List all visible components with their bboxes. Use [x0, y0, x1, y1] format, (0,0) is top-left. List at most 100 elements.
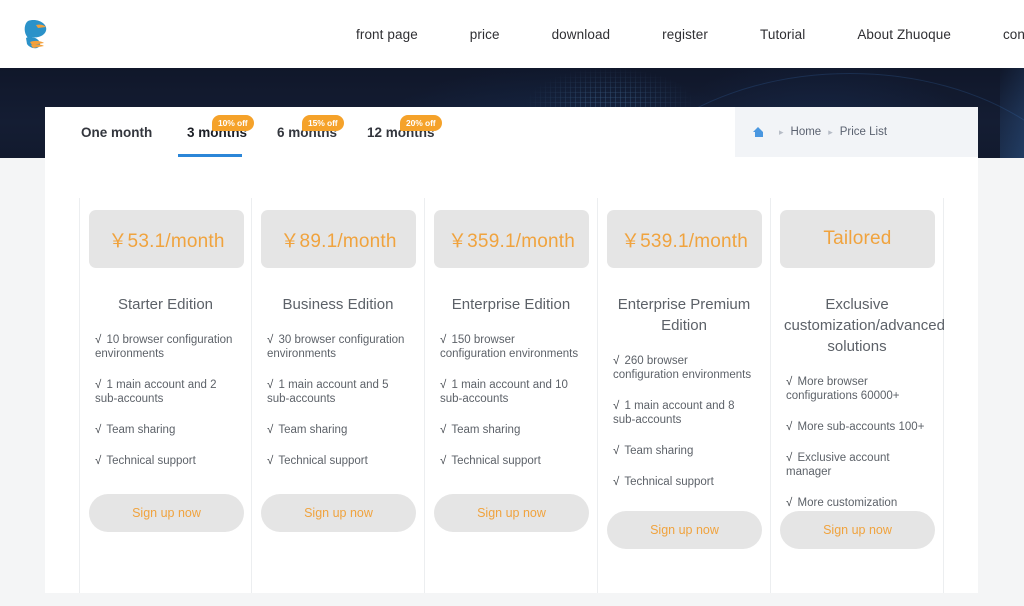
check-icon: √	[95, 455, 102, 467]
nav-link-front-page[interactable]: front page	[330, 27, 444, 42]
feature-item: √ 1 main account and 10 sub-accounts	[440, 378, 582, 406]
price-badge: ￥539.1/month	[607, 210, 762, 268]
plan-name: Enterprise Premium Edition	[617, 296, 751, 334]
feature-item: √ 150 browser configuration environments	[440, 333, 582, 361]
nav-link-tutorial[interactable]: Tutorial	[734, 27, 831, 42]
price-badge: ￥53.1/month	[89, 210, 244, 268]
check-icon: √	[440, 379, 447, 391]
feature-list: √ More browser configurations 60000+ √ M…	[780, 375, 934, 510]
price-badge: ￥89.1/month	[261, 210, 416, 268]
feature-item: √ More browser configurations 60000+	[786, 375, 928, 403]
feature-item: √ Team sharing	[267, 423, 409, 437]
home-icon[interactable]	[753, 127, 764, 137]
breadcrumb-item-home[interactable]: Home	[791, 126, 822, 138]
feature-text: Technical support	[624, 476, 714, 488]
breadcrumb-separator: ▸	[779, 126, 784, 137]
feature-text: 150 browser configuration environments	[440, 334, 579, 360]
hero-light-streak-decoration	[1000, 68, 1024, 158]
pricing-card-enterprise-premium: ￥539.1/month Enterprise Premium Edition …	[598, 198, 771, 593]
feature-item: √ Technical support	[613, 475, 755, 489]
feature-text: Technical support	[451, 455, 541, 467]
check-icon: √	[786, 452, 793, 464]
check-icon: √	[613, 400, 620, 412]
check-icon: √	[95, 379, 102, 391]
feature-item: √ Technical support	[267, 454, 409, 468]
feature-text: Team sharing	[278, 424, 348, 436]
feature-text: Technical support	[278, 455, 368, 467]
pricing-content-panel: ￥53.1/month Starter Edition √ 10 browser…	[45, 157, 978, 593]
nav-link-register[interactable]: register	[636, 27, 734, 42]
signup-button[interactable]: Sign up now	[89, 494, 244, 532]
pricing-card-list: ￥53.1/month Starter Edition √ 10 browser…	[79, 198, 945, 593]
feature-text: More sub-accounts 100+	[797, 421, 925, 433]
check-icon: √	[786, 421, 793, 433]
breadcrumb: ▸ Home ▸ Price List	[735, 107, 978, 157]
feature-item: √ Team sharing	[440, 423, 582, 437]
tab-badge-6-months: 15% off	[302, 115, 344, 131]
check-icon: √	[267, 334, 274, 346]
check-icon: √	[440, 455, 447, 467]
duration-tabs: One month 3 months 10% off 6 months 15% …	[45, 107, 735, 157]
feature-text: 10 browser configuration environments	[95, 334, 233, 360]
pricing-card-tailored: Tailored Exclusive customization/advance…	[771, 198, 945, 593]
nav-link-price[interactable]: price	[444, 27, 526, 42]
feature-text: Team sharing	[624, 445, 694, 457]
signup-button[interactable]: Sign up now	[607, 511, 762, 549]
plan-name: Starter Edition	[117, 296, 214, 313]
feature-item: √ Technical support	[440, 454, 582, 468]
nav-link-about-zhuoque[interactable]: About Zhuoque	[831, 27, 977, 42]
active-tab-underline	[178, 154, 242, 157]
feature-text: Team sharing	[106, 424, 176, 436]
breadcrumb-separator: ▸	[828, 126, 833, 137]
feature-item: √ Exclusive account manager	[786, 451, 928, 479]
top-navigation-bar: front page price download register Tutor…	[0, 0, 1024, 68]
pricing-card-business: ￥89.1/month Business Edition √ 30 browse…	[252, 198, 425, 593]
price-badge: ￥359.1/month	[434, 210, 589, 268]
tab-label: One month	[81, 124, 153, 140]
check-icon: √	[95, 424, 102, 436]
feature-text: Exclusive account manager	[786, 452, 890, 478]
feature-text: 1 main account and 2 sub-accounts	[95, 379, 217, 405]
signup-button[interactable]: Sign up now	[261, 494, 416, 532]
check-icon: √	[440, 424, 447, 436]
signup-button[interactable]: Sign up now	[780, 511, 935, 549]
check-icon: √	[613, 445, 620, 457]
breadcrumb-item-price-list: Price List	[839, 126, 888, 138]
check-icon: √	[95, 334, 102, 346]
feature-list: √ 260 browser configuration environments…	[607, 354, 761, 489]
feature-item: √ 1 main account and 8 sub-accounts	[613, 399, 755, 427]
price-badge: Tailored	[780, 210, 935, 268]
check-icon: √	[440, 334, 447, 346]
nav-link-contact-us[interactable]: contact us	[977, 27, 1024, 42]
feature-text: 1 main account and 5 sub-accounts	[267, 379, 389, 405]
signup-button[interactable]: Sign up now	[434, 494, 589, 532]
check-icon: √	[267, 424, 274, 436]
check-icon: √	[613, 476, 620, 488]
check-icon: √	[613, 355, 620, 367]
feature-list: √ 30 browser configuration environments …	[261, 333, 415, 468]
feature-text: More browser configurations 60000+	[786, 376, 900, 402]
feature-item: √ Team sharing	[613, 444, 755, 458]
check-icon: √	[267, 455, 274, 467]
tab-one-month[interactable]: One month	[81, 107, 152, 157]
feature-item: √ More sub-accounts 100+	[786, 420, 928, 434]
feature-item: √ 1 main account and 5 sub-accounts	[267, 378, 409, 406]
feature-item: √ 30 browser configuration environments	[267, 333, 409, 361]
tab-badge-12-months: 20% off	[400, 115, 442, 131]
feature-text: 1 main account and 8 sub-accounts	[613, 400, 735, 426]
feature-text: Team sharing	[451, 424, 521, 436]
feature-list: √ 150 browser configuration environments…	[434, 333, 588, 468]
feature-item: √ 10 browser configuration environments	[95, 333, 236, 361]
feature-item: √ Technical support	[95, 454, 236, 468]
duration-tab-panel: One month 3 months 10% off 6 months 15% …	[45, 107, 978, 157]
feature-item: √ More customization	[786, 496, 928, 510]
feature-item: √ 260 browser configuration environments	[613, 354, 755, 382]
bird-logo-icon[interactable]	[14, 10, 62, 58]
check-icon: √	[267, 379, 274, 391]
feature-text: More customization	[797, 497, 898, 509]
plan-name: Business Edition	[282, 296, 394, 313]
tab-badge-3-months: 10% off	[212, 115, 254, 131]
nav-link-download[interactable]: download	[526, 27, 637, 42]
feature-item: √ 1 main account and 2 sub-accounts	[95, 378, 236, 406]
feature-item: √ Team sharing	[95, 423, 236, 437]
